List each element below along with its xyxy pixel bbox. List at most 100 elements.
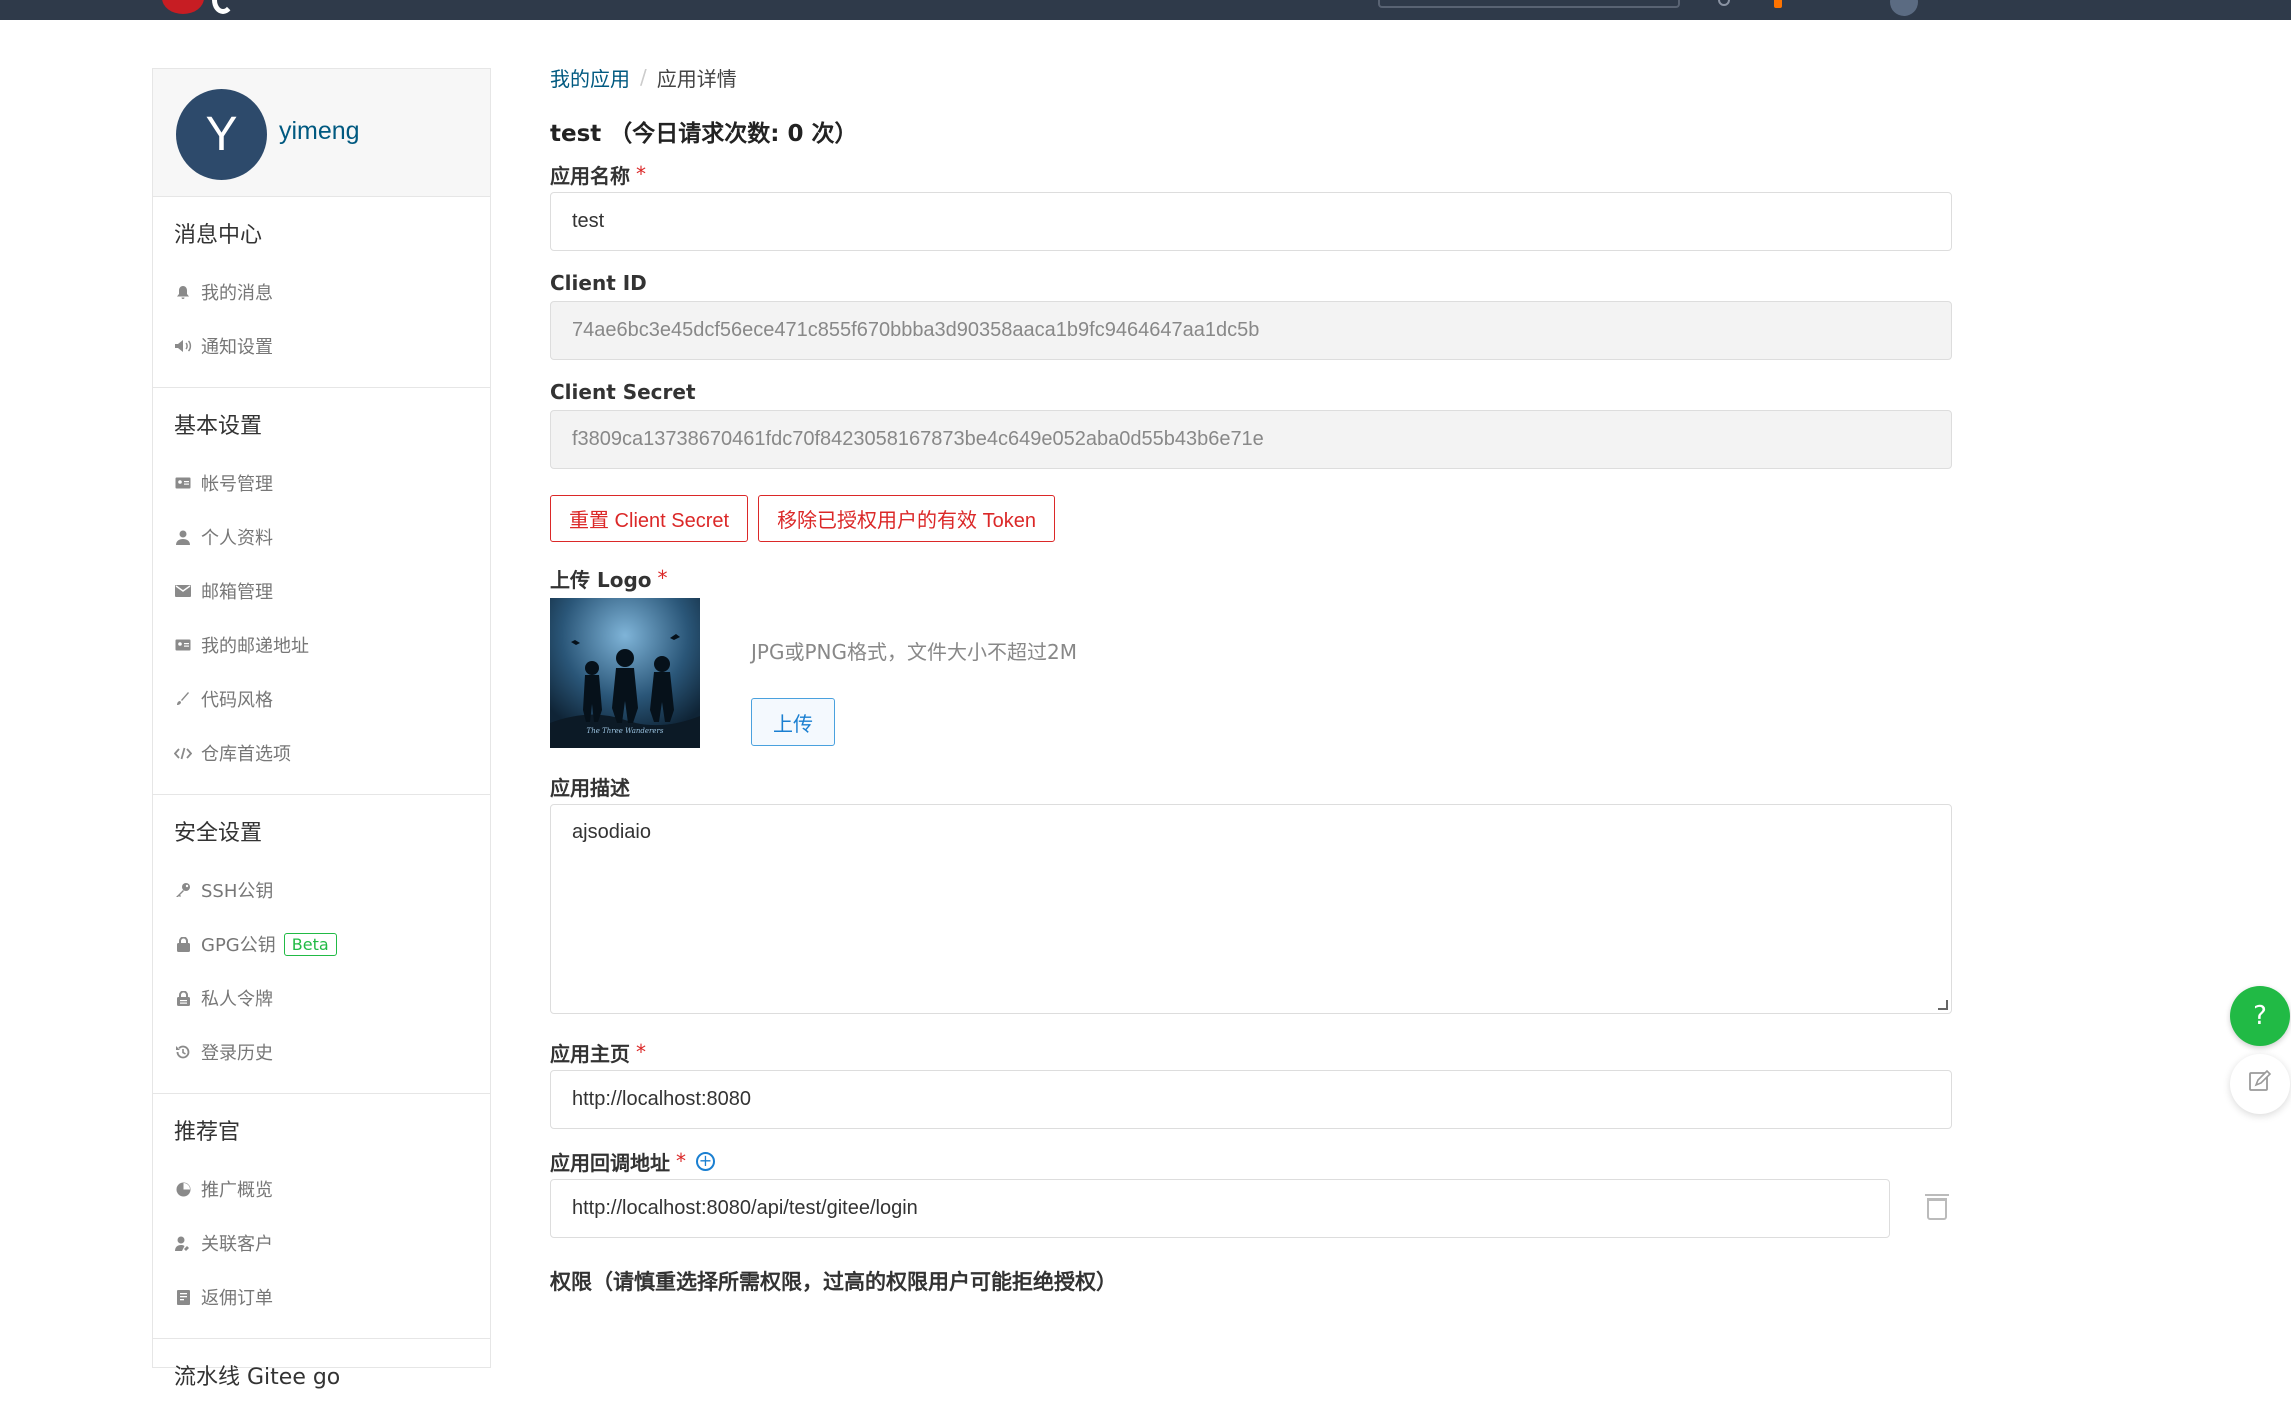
beta-badge: Beta bbox=[283, 932, 337, 956]
description-text: ajsodiaio bbox=[572, 821, 651, 843]
sidebar-item-label: 我的消息 bbox=[201, 283, 273, 304]
sidebar-profile: Y yimeng bbox=[153, 69, 490, 197]
field-label: 上传 Logo bbox=[550, 567, 652, 592]
sidebar-section-referral: 推荐官 推广概览 关联客户 返佣订单 bbox=[153, 1094, 490, 1339]
client-id-label: Client ID bbox=[550, 269, 1954, 297]
required-mark: * bbox=[676, 1149, 686, 1173]
upload-logo-button[interactable]: 上传 bbox=[751, 698, 835, 746]
sidebar-section-pipeline: 流水线 Gitee go bbox=[153, 1339, 490, 1421]
mail-icon bbox=[174, 582, 192, 600]
field-label: 应用名称 bbox=[550, 163, 630, 188]
client-secret-field[interactable]: f3809ca13738670461fdc70f8423058167873be4… bbox=[550, 410, 1952, 469]
avatar[interactable]: Y bbox=[176, 89, 267, 180]
logo-upload-row: The Three Wanderers JPG或PNG格式，文件大小不超过2M … bbox=[550, 598, 1954, 748]
app-logo-image: The Three Wanderers bbox=[550, 598, 700, 748]
sidebar-item-promotion-overview[interactable]: 推广概览 bbox=[153, 1162, 490, 1216]
required-mark: * bbox=[636, 162, 646, 186]
breadcrumb: 我的应用 / 应用详情 bbox=[550, 60, 1954, 94]
gitee-logo-icon[interactable] bbox=[162, 0, 204, 14]
field-label: 应用回调地址 bbox=[550, 1150, 670, 1175]
sidebar-item-ssh-keys[interactable]: SSH公钥 bbox=[153, 863, 490, 917]
top-navbar bbox=[0, 0, 2291, 20]
resize-handle-icon[interactable] bbox=[1938, 1000, 1948, 1010]
volume-icon bbox=[174, 337, 192, 355]
field-label: Client Secret bbox=[550, 380, 696, 404]
sidebar-item-label: 推广概览 bbox=[201, 1180, 273, 1201]
history-icon bbox=[174, 1043, 192, 1061]
id-card-icon bbox=[174, 474, 192, 492]
sidebar-item-label: 关联客户 bbox=[201, 1234, 273, 1255]
reset-client-secret-button[interactable]: 重置 Client Secret bbox=[550, 495, 749, 542]
paint-brush-icon bbox=[174, 690, 192, 708]
logo-format-hint: JPG或PNG格式，文件大小不超过2M bbox=[751, 640, 1077, 664]
sidebar-item-profile[interactable]: 个人资料 bbox=[153, 510, 490, 564]
logo-label: 上传 Logo * bbox=[550, 564, 1954, 592]
code-icon bbox=[174, 744, 192, 762]
required-mark: * bbox=[636, 1040, 646, 1064]
user-avatar[interactable] bbox=[1890, 0, 1918, 16]
sidebar-item-my-messages[interactable]: 我的消息 bbox=[153, 265, 490, 319]
token-icon bbox=[174, 989, 192, 1007]
bell-icon bbox=[174, 283, 192, 301]
callback-row: http://localhost:8080/api/test/gitee/log… bbox=[550, 1179, 1954, 1238]
sidebar-item-label: 通知设置 bbox=[201, 337, 273, 358]
sidebar-section-title: 基本设置 bbox=[174, 414, 263, 439]
sidebar-item-label: 私人令牌 bbox=[201, 989, 273, 1010]
help-button[interactable]: ? bbox=[2230, 986, 2290, 1046]
revoke-tokens-button[interactable]: 移除已授权用户的有效 Token bbox=[758, 495, 1055, 542]
page-title: test （今日请求次数: 0 次） bbox=[550, 121, 858, 147]
feedback-button[interactable] bbox=[2230, 1054, 2290, 1114]
add-callback-icon[interactable]: + bbox=[696, 1151, 715, 1171]
delete-callback-icon[interactable] bbox=[1925, 1193, 1949, 1220]
field-label: Client ID bbox=[550, 271, 647, 295]
field-label: 应用描述 bbox=[550, 775, 630, 800]
sidebar-section-title: 推荐官 bbox=[174, 1120, 241, 1145]
homepage-input[interactable]: http://localhost:8080 bbox=[550, 1070, 1952, 1129]
callback-url-input[interactable]: http://localhost:8080/api/test/gitee/log… bbox=[550, 1179, 1890, 1238]
callback-label: 应用回调地址 * + bbox=[550, 1147, 1954, 1175]
sidebar-item-email[interactable]: 邮箱管理 bbox=[153, 564, 490, 618]
settings-sidebar: Y yimeng 消息中心 我的消息 通知设置 基本设置 帐号管理 个人资料 邮… bbox=[152, 68, 491, 1390]
username-link[interactable]: yimeng bbox=[279, 117, 360, 146]
sidebar-section-title[interactable]: 流水线 Gitee go bbox=[153, 1359, 490, 1391]
sidebar-item-label: 邮箱管理 bbox=[201, 582, 273, 603]
sidebar-item-linked-customers[interactable]: 关联客户 bbox=[153, 1216, 490, 1270]
sidebar-item-personal-tokens[interactable]: 私人令牌 bbox=[153, 971, 490, 1025]
breadcrumb-current: 应用详情 bbox=[656, 66, 737, 91]
svg-text:The Three Wanderers: The Three Wanderers bbox=[587, 727, 664, 735]
pie-chart-icon bbox=[174, 1180, 192, 1198]
sidebar-section-title: 安全设置 bbox=[174, 821, 263, 846]
sidebar-section-security: 安全设置 SSH公钥 GPG公钥 Beta 私人令牌 登录历史 bbox=[153, 795, 490, 1094]
secret-actions: 重置 Client Secret 移除已授权用户的有效 Token bbox=[550, 495, 1954, 542]
sidebar-item-gpg-keys[interactable]: GPG公钥 Beta bbox=[153, 917, 490, 971]
sidebar-item-notification-settings[interactable]: 通知设置 bbox=[153, 319, 490, 373]
sidebar-item-account[interactable]: 帐号管理 bbox=[153, 456, 490, 510]
sidebar-item-commission-orders[interactable]: 返佣订单 bbox=[153, 1270, 490, 1324]
create-icon[interactable] bbox=[1774, 0, 1782, 8]
breadcrumb-my-apps-link[interactable]: 我的应用 bbox=[550, 63, 630, 92]
description-textarea[interactable]: ajsodiaio bbox=[550, 804, 1952, 1014]
app-detail-main: 我的应用 / 应用详情 test （今日请求次数: 0 次） 应用名称 * te… bbox=[550, 60, 1954, 1296]
gitee-logo-mark-icon bbox=[212, 0, 234, 14]
lock-icon bbox=[174, 935, 192, 953]
sidebar-item-label: 个人资料 bbox=[201, 528, 273, 549]
sidebar-item-label: 仓库首选项 bbox=[201, 744, 291, 765]
sidebar-item-label: 登录历史 bbox=[201, 1043, 273, 1064]
client-id-field[interactable]: 74ae6bc3e45dcf56ece471c855f670bbba3d9035… bbox=[550, 301, 1952, 360]
app-name-input[interactable]: test bbox=[550, 192, 1952, 251]
sidebar-item-code-style[interactable]: 代码风格 bbox=[153, 672, 490, 726]
search-input[interactable] bbox=[1378, 0, 1680, 8]
sidebar-item-label: 帐号管理 bbox=[201, 474, 273, 495]
sidebar-section-messages: 消息中心 我的消息 通知设置 bbox=[153, 197, 490, 388]
sidebar-item-label: GPG公钥 bbox=[201, 935, 276, 956]
sidebar-item-login-history[interactable]: 登录历史 bbox=[153, 1025, 490, 1079]
user-link-icon bbox=[174, 1234, 192, 1252]
sidebar-item-repo-preferences[interactable]: 仓库首选项 bbox=[153, 726, 490, 780]
notification-icon[interactable] bbox=[1718, 0, 1730, 6]
sidebar-item-label: 返佣订单 bbox=[201, 1288, 273, 1309]
sidebar-item-address[interactable]: 我的邮递地址 bbox=[153, 618, 490, 672]
app-name-label: 应用名称 * bbox=[550, 160, 1954, 188]
client-secret-label: Client Secret bbox=[550, 378, 1954, 406]
sidebar-section-title: 消息中心 bbox=[174, 223, 263, 248]
homepage-label: 应用主页 * bbox=[550, 1038, 1954, 1066]
